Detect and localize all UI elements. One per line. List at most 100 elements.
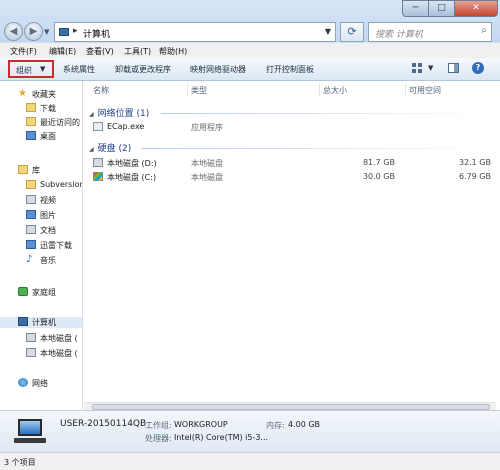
nav-item-label: 迅雷下载 (40, 241, 72, 250)
preview-pane-icon[interactable] (448, 63, 459, 73)
item-free-space: 32.1 GB (458, 158, 491, 167)
workgroup-value: WORKGROUP (174, 420, 228, 429)
item-name: 本地磁盘 (D:) (107, 159, 157, 168)
column-divider[interactable] (319, 83, 320, 96)
item-type: 应用程序 (191, 123, 223, 132)
computer-icon (59, 28, 69, 36)
column-header-total-size[interactable]: 总大小 (323, 85, 347, 96)
computer-icon (18, 317, 28, 326)
group-divider (161, 113, 491, 114)
menu-edit[interactable]: 编辑(E) (49, 46, 76, 57)
thunder-downloads-icon (26, 240, 36, 249)
minimize-button[interactable]: ─ (402, 0, 429, 17)
workgroup-label: 工作组: (145, 421, 172, 430)
menu-view[interactable]: 查看(V) (86, 46, 114, 57)
windows-system-disk-icon (93, 172, 103, 181)
network-icon (18, 378, 28, 387)
nav-item-label: 本地磁盘 ( (40, 349, 78, 358)
search-icon[interactable]: ⌕ (481, 25, 487, 36)
memory-label: 内存: (266, 421, 285, 430)
item-name: ECap.exe (107, 122, 145, 131)
column-divider[interactable] (405, 83, 406, 96)
nav-computer[interactable]: 计算机 (0, 317, 82, 328)
column-header-free-space[interactable]: 可用空间 (409, 85, 441, 96)
nav-libraries-label: 库 (32, 166, 40, 175)
list-item-disk-c[interactable]: 本地磁盘 (C:) 本地磁盘 30.0 GB 6.79 GB (83, 171, 500, 183)
subversion-folder-icon (26, 180, 36, 189)
uninstall-program-button[interactable]: 卸载或更改程序 (115, 64, 171, 75)
group-header-network-location[interactable]: ◢ 网络位置 (1) (89, 106, 149, 119)
chevron-down-icon: ▼ (40, 65, 46, 73)
nav-item-label: 图片 (40, 211, 56, 220)
picture-library-icon (26, 210, 36, 219)
open-control-panel-button[interactable]: 打开控制面板 (266, 64, 314, 75)
command-bar: 组织 ▼ 系统属性 卸载或更改程序 映射网络驱动器 打开控制面板 ▼ ? (0, 58, 500, 81)
desktop-icon (26, 131, 36, 140)
column-divider[interactable] (187, 83, 188, 96)
nav-item-label: 最近访问的 (40, 118, 80, 127)
list-item-ecap[interactable]: ECap.exe 应用程序 (83, 121, 500, 133)
breadcrumb-separator[interactable]: ▸ (73, 26, 78, 36)
file-list: 名称 类型 总大小 可用空间 ◢ 网络位置 (1) ECap.exe 应用程序 ◢… (83, 81, 500, 410)
homegroup-icon (18, 287, 28, 296)
collapse-triangle-icon[interactable]: ◢ (89, 111, 94, 118)
hard-disk-icon (26, 333, 36, 342)
maximize-button[interactable]: □ (428, 0, 455, 17)
processor-label: 处理器: (145, 434, 172, 443)
nav-item-label: 视频 (40, 196, 56, 205)
item-name: 本地磁盘 (C:) (107, 173, 157, 182)
map-network-drive-button[interactable]: 映射网络驱动器 (190, 64, 246, 75)
libraries-icon (18, 165, 28, 174)
change-view-icon[interactable] (412, 63, 422, 73)
help-icon[interactable]: ? (472, 62, 484, 74)
nav-computer-label: 计算机 (32, 318, 56, 327)
column-header-type[interactable]: 类型 (191, 85, 207, 96)
menu-bar: 文件(F) 编辑(E) 查看(V) 工具(T) 帮助(H) (0, 43, 500, 59)
search-input[interactable]: 搜索 计算机 ⌕ (368, 22, 492, 42)
application-icon (93, 122, 103, 131)
navigation-pane: ★ 收藏夹 下载 最近访问的 桌面 库 Subversion 视频 图片 文档 … (0, 81, 83, 410)
item-count: 3 个项目 (4, 458, 36, 467)
refresh-button[interactable]: ⟳ (340, 22, 364, 42)
computer-name: USER-20150114QB (60, 419, 147, 429)
video-library-icon (26, 195, 36, 204)
organize-label: 组织 (16, 66, 32, 75)
close-button[interactable]: ✕ (454, 0, 498, 17)
item-total-size: 30.0 GB (362, 172, 395, 181)
nav-item-label: Subversion (40, 180, 83, 189)
menu-tools[interactable]: 工具(T) (124, 46, 151, 57)
search-placeholder: 搜索 计算机 (375, 30, 423, 40)
item-total-size: 81.7 GB (362, 158, 395, 167)
memory-value: 4.00 GB (288, 420, 321, 429)
list-item-disk-d[interactable]: 本地磁盘 (D:) 本地磁盘 81.7 GB 32.1 GB (83, 157, 500, 169)
back-button[interactable]: ◀ (4, 22, 23, 41)
address-field[interactable]: ▸ 计算机 ▼ (54, 22, 336, 42)
address-bar-area: ─ □ ✕ ◀ ▶ ▼ ▸ 计算机 ▼ ⟳ 搜索 计算机 ⌕ (0, 0, 500, 42)
recent-places-icon (26, 117, 36, 126)
downloads-folder-icon (26, 103, 36, 112)
view-options-dropdown-icon[interactable]: ▼ (428, 64, 433, 72)
forward-button[interactable]: ▶ (24, 22, 43, 41)
group-header-hard-disks[interactable]: ◢ 硬盘 (2) (89, 141, 131, 154)
system-properties-button[interactable]: 系统属性 (63, 64, 95, 75)
details-pane: USER-20150114QB 工作组: WORKGROUP 内存: 4.00 … (0, 410, 500, 453)
column-header-name[interactable]: 名称 (93, 85, 109, 96)
collapse-triangle-icon[interactable]: ◢ (89, 146, 94, 153)
document-library-icon (26, 225, 36, 234)
breadcrumb-computer[interactable]: 计算机 (83, 27, 110, 40)
menu-file[interactable]: 文件(F) (10, 46, 37, 57)
nav-network-label: 网络 (32, 379, 48, 388)
hard-disk-icon (26, 348, 36, 357)
address-dropdown-icon[interactable]: ▼ (325, 27, 331, 36)
computer-icon (14, 419, 46, 443)
explorer-window: ─ □ ✕ ◀ ▶ ▼ ▸ 计算机 ▼ ⟳ 搜索 计算机 ⌕ 文件(F) 编辑(… (0, 0, 500, 470)
group-label: 网络位置 (1) (97, 109, 150, 119)
menu-help[interactable]: 帮助(H) (159, 46, 187, 57)
nav-item-label: 文档 (40, 226, 56, 235)
nav-item-label: 桌面 (40, 132, 56, 141)
recent-pages-dropdown-icon[interactable]: ▼ (44, 28, 49, 36)
nav-item-label: 下载 (40, 104, 56, 113)
nav-item-label: 音乐 (40, 256, 56, 265)
nav-homegroup-label: 家庭组 (32, 288, 56, 297)
organize-button[interactable]: 组织 ▼ (8, 60, 54, 78)
